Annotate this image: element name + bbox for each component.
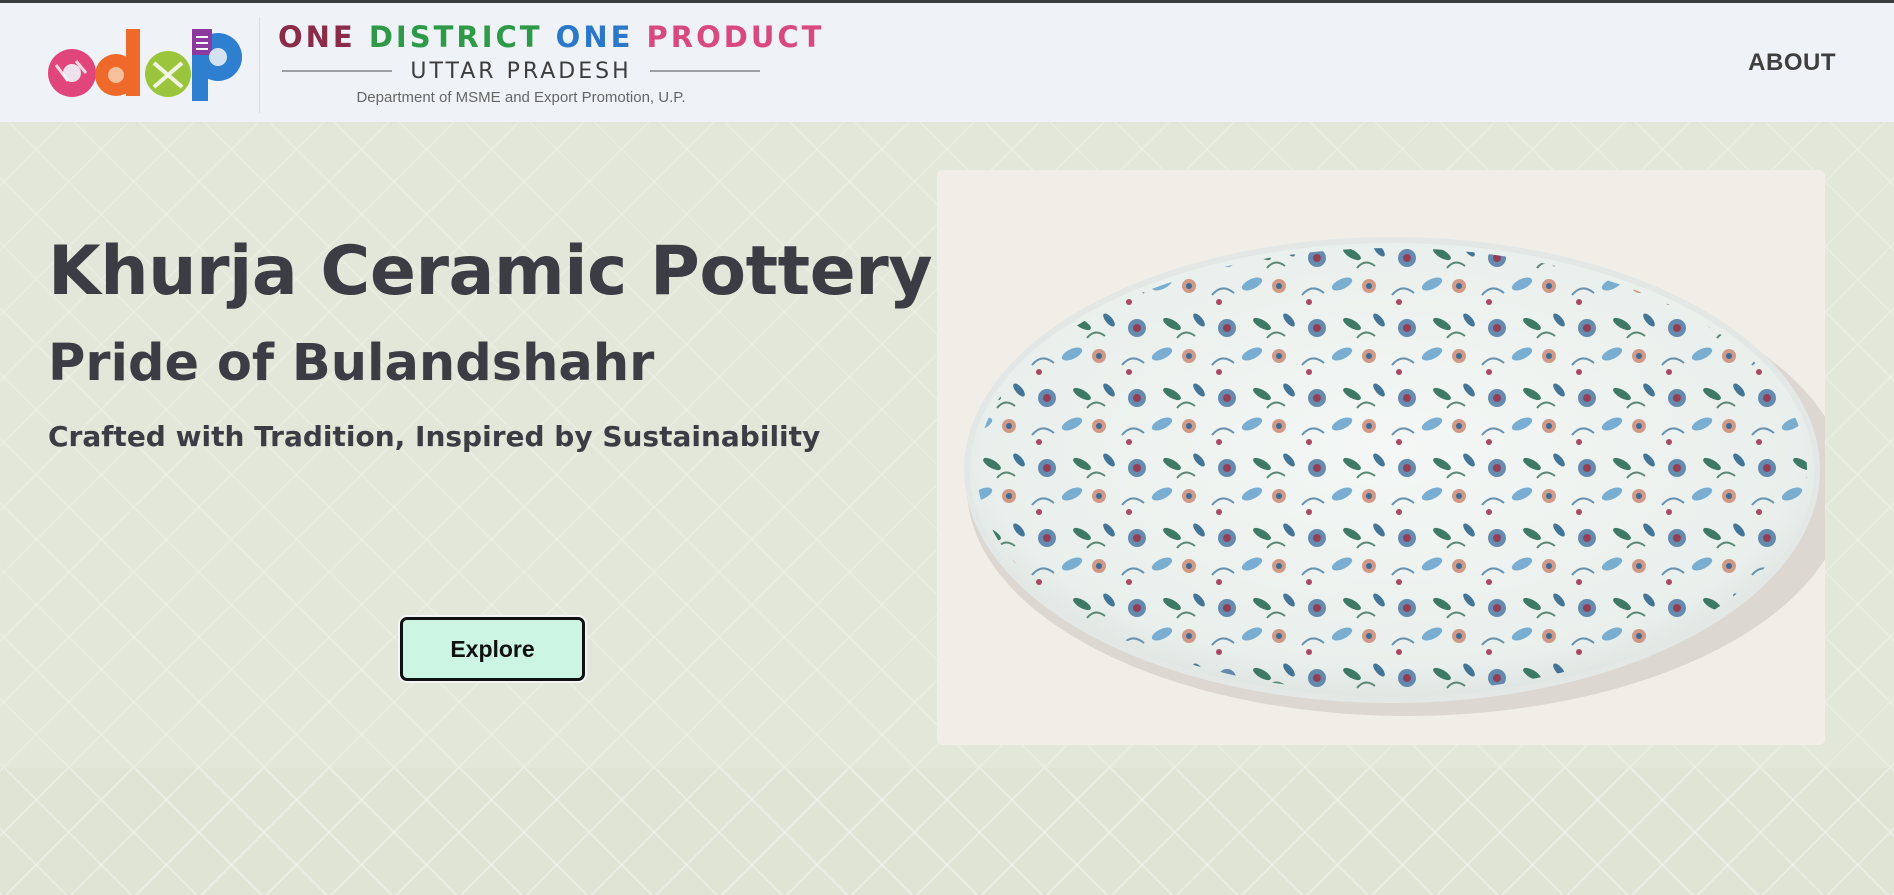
odop-logo-text[interactable]: ONE DISTRICT ONE PRODUCT UTTAR PRADESH D… [278,19,821,111]
logo-line-state: UTTAR PRADESH [278,57,764,85]
logo-word-one: ONE [278,20,356,54]
nav-about-link[interactable]: ABOUT [1748,49,1836,77]
logo-department-text: Department of MSME and Export Promotion,… [356,89,686,106]
hero-product-image [937,170,1825,745]
logo-word-one-2: ONE [555,20,634,54]
hero-tagline: Crafted with Tradition, Inspired by Sust… [48,420,821,453]
explore-button[interactable]: Explore [400,617,585,681]
logo-divider [259,17,260,113]
logo-word-product: PRODUCT [646,20,825,54]
logo-state-name: UTTAR PRADESH [410,58,632,84]
lower-background-band [0,768,1894,895]
hero-subtitle: Pride of Bulandshahr [48,334,655,393]
ceramic-plate-image [937,170,1825,745]
logo-rule-right [649,70,760,72]
logo-rule-left [282,70,393,72]
hero-title: Khurja Ceramic Pottery [48,232,933,311]
site-header: ONE DISTRICT ONE PRODUCT UTTAR PRADESH D… [0,0,1894,122]
logo-line-odop: ONE DISTRICT ONE PRODUCT [278,19,821,55]
logo-word-district: DISTRICT [368,20,543,54]
odop-logo-icon [48,29,242,101]
odop-logo-mark[interactable] [46,23,246,101]
